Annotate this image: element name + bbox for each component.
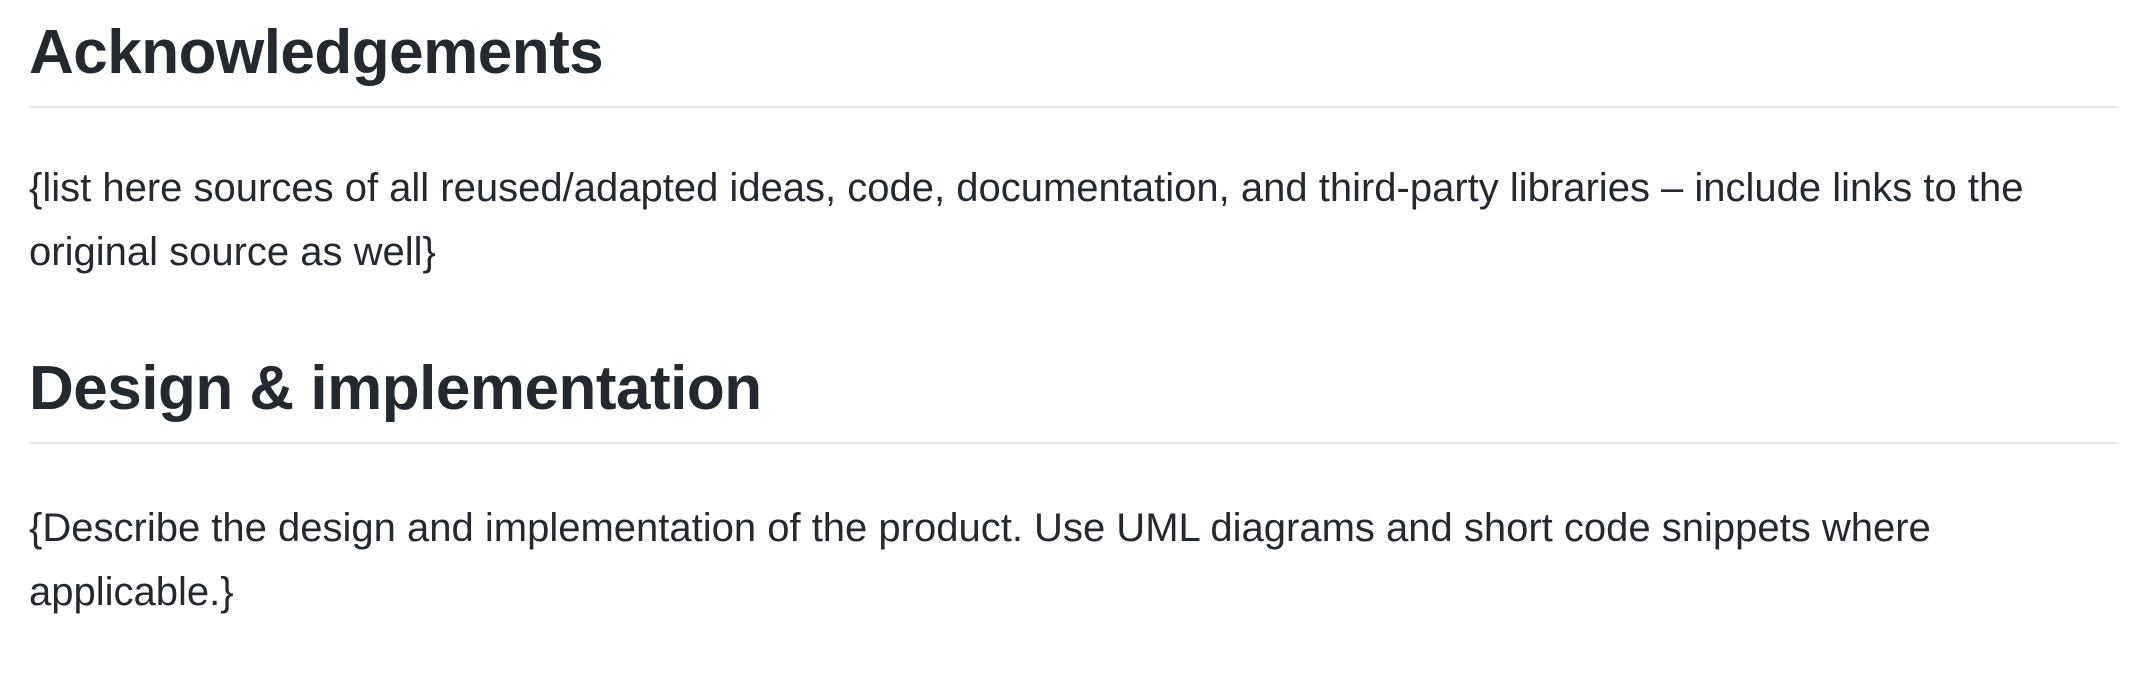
document-page: Acknowledgements {list here sources of a… [0, 0, 2146, 686]
acknowledgements-text: {list here sources of all reused/adapted… [29, 166, 2024, 274]
heading-acknowledgements: Acknowledgements [29, 22, 2117, 108]
heading-design-implementation: Design & implementation [29, 358, 2117, 444]
design-implementation-text: {Describe the design and implementation … [29, 506, 1931, 614]
